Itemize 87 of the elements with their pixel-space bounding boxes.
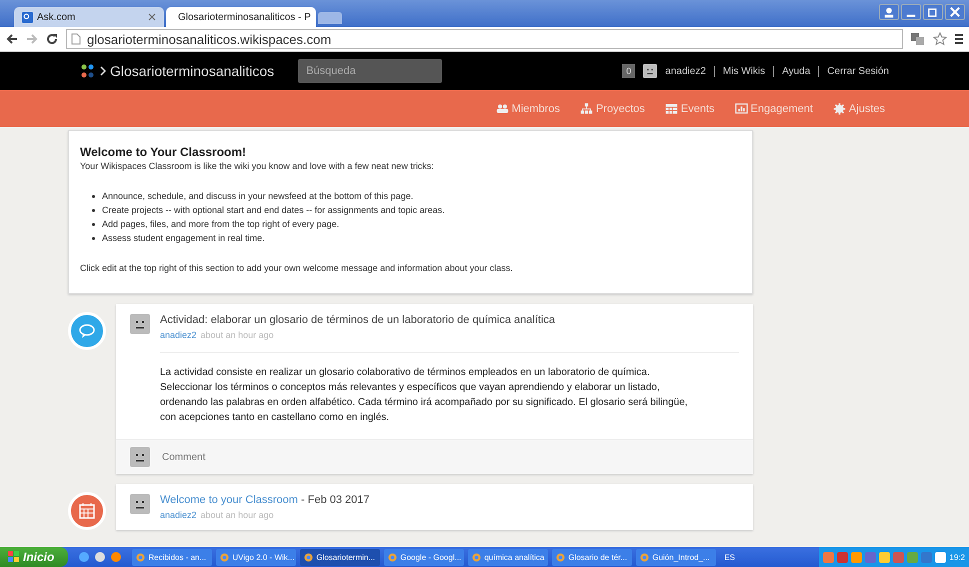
search-field[interactable]: Búsqueda bbox=[298, 59, 442, 83]
browser-icon[interactable] bbox=[78, 551, 90, 563]
welcome-footer: Click edit at the top right of this section to add your own welcome message and information about your class. bbox=[80, 263, 741, 273]
app-icon bbox=[472, 552, 482, 562]
page-icon bbox=[71, 33, 81, 45]
author-link[interactable]: anadiez2 bbox=[160, 510, 197, 520]
sitemap-icon bbox=[580, 102, 593, 115]
tab-title: Ask.com bbox=[37, 12, 76, 22]
chevron-icon bbox=[100, 66, 106, 76]
post-time: about an hour ago bbox=[200, 510, 274, 520]
app-icon bbox=[640, 552, 650, 562]
feature-item: Assess student engagement in real time. bbox=[102, 232, 265, 245]
speech-bubble-icon bbox=[78, 322, 96, 340]
header-link[interactable]: Cerrar Sesión bbox=[818, 66, 889, 76]
calendar-icon bbox=[78, 502, 96, 520]
app-icon bbox=[136, 552, 146, 562]
browser-icon[interactable] bbox=[110, 551, 122, 563]
minimize-icon[interactable] bbox=[901, 4, 921, 20]
language-indicator[interactable]: ES bbox=[724, 552, 736, 562]
tray-app-icon[interactable] bbox=[935, 552, 946, 562]
taskbar-button[interactable]: Guión_Introd_... bbox=[636, 548, 716, 566]
start-button[interactable]: Inicio bbox=[0, 547, 68, 567]
gear-icon bbox=[832, 102, 846, 115]
taskbar-button[interactable]: química analítica bbox=[468, 548, 548, 566]
app-icon bbox=[556, 552, 566, 562]
notification-count[interactable]: 0 bbox=[622, 64, 636, 78]
user-avatar-icon bbox=[643, 64, 658, 78]
feature-item: Create projects -- with optional start and end dates -- for assignments and topic areas. bbox=[102, 204, 445, 217]
tray-app-icon[interactable] bbox=[879, 552, 890, 562]
clock: 19:2 bbox=[949, 552, 965, 562]
feature-item: Announce, schedule, and discuss in your newsfeed at the bottom of this page. bbox=[102, 190, 414, 203]
people-icon bbox=[496, 102, 509, 115]
post-date: - Feb 03 2017 bbox=[301, 494, 370, 506]
nav-link[interactable]: Engagement bbox=[750, 102, 813, 114]
windows-logo-icon bbox=[8, 551, 20, 563]
browser-icon[interactable] bbox=[94, 551, 106, 563]
header-link[interactable]: anadiez2 bbox=[665, 66, 706, 76]
taskbar-button[interactable]: Google - Googl... bbox=[384, 548, 464, 566]
author-link[interactable]: anadiez2 bbox=[160, 330, 197, 340]
maximize-icon[interactable] bbox=[923, 4, 943, 20]
tab-favicon-icon bbox=[22, 12, 33, 22]
star-icon[interactable] bbox=[933, 32, 947, 46]
nav-link[interactable]: Miembros bbox=[512, 102, 560, 114]
bullet-icon bbox=[92, 208, 95, 212]
app-icon bbox=[388, 552, 398, 562]
post-title: Actividad: elaborar un glosario de términos de un laboratorio de química analítica bbox=[160, 314, 556, 326]
site-title[interactable]: Glosarioterminosanaliticos bbox=[110, 63, 274, 79]
address-field[interactable]: glosarioterminosanaliticos.wikispaces.com bbox=[66, 29, 903, 49]
post-title-link[interactable]: Welcome to your Classroom bbox=[160, 494, 298, 506]
tray-app-icon[interactable] bbox=[837, 552, 848, 562]
browser-tab[interactable]: Glosarioterminosanaliticos - P bbox=[166, 7, 316, 27]
bullet-icon bbox=[92, 194, 95, 198]
taskbar-button[interactable]: Recibidos - an... bbox=[132, 548, 212, 566]
avatar-icon bbox=[130, 447, 150, 467]
welcome-intro: Your Wikispaces Classroom is like the wiki you know and love with a few neat new tricks: bbox=[80, 161, 435, 171]
taskbar-button[interactable]: UVigo 2.0 - Wik... bbox=[216, 548, 296, 566]
feature-item: Add pages, files, and more from the top right of every page. bbox=[102, 218, 340, 231]
calendar-icon bbox=[664, 102, 678, 115]
chart-icon bbox=[734, 102, 748, 115]
nav-link[interactable]: Proyectos bbox=[596, 102, 645, 114]
nav-link[interactable]: Ajustes bbox=[848, 102, 885, 114]
app-icon bbox=[304, 552, 314, 562]
welcome-title: Welcome to Your Classroom! bbox=[80, 145, 248, 159]
bullet-icon bbox=[92, 222, 95, 226]
taskbar-button[interactable]: Glosario de tér... bbox=[552, 548, 632, 566]
comment-field[interactable]: Comment bbox=[160, 450, 739, 464]
post-time: about an hour ago bbox=[200, 330, 274, 340]
header-link[interactable]: Ayuda bbox=[773, 66, 810, 76]
reload-icon[interactable] bbox=[46, 33, 58, 45]
avatar-icon bbox=[130, 494, 150, 514]
bullet-icon bbox=[92, 236, 95, 240]
profile-icon[interactable] bbox=[879, 4, 899, 20]
close-icon[interactable] bbox=[945, 4, 965, 20]
menu-icon[interactable] bbox=[955, 33, 963, 45]
close-icon[interactable] bbox=[148, 13, 156, 21]
nav-link[interactable]: Events bbox=[680, 102, 715, 114]
forward-icon[interactable] bbox=[26, 33, 38, 45]
comment-bar[interactable]: Comment bbox=[116, 439, 753, 474]
back-icon[interactable] bbox=[6, 33, 18, 45]
translate-icon[interactable] bbox=[911, 33, 925, 45]
tab-title: Glosarioterminosanaliticos - P bbox=[178, 12, 311, 22]
app-icon bbox=[220, 552, 230, 562]
taskbar-button[interactable]: Glosariotermin... bbox=[300, 548, 380, 566]
logo-icon bbox=[80, 64, 96, 78]
header-link[interactable]: Mis Wikis bbox=[714, 66, 766, 76]
avatar-icon bbox=[130, 314, 150, 334]
browser-tab[interactable]: Ask.com bbox=[14, 7, 164, 27]
